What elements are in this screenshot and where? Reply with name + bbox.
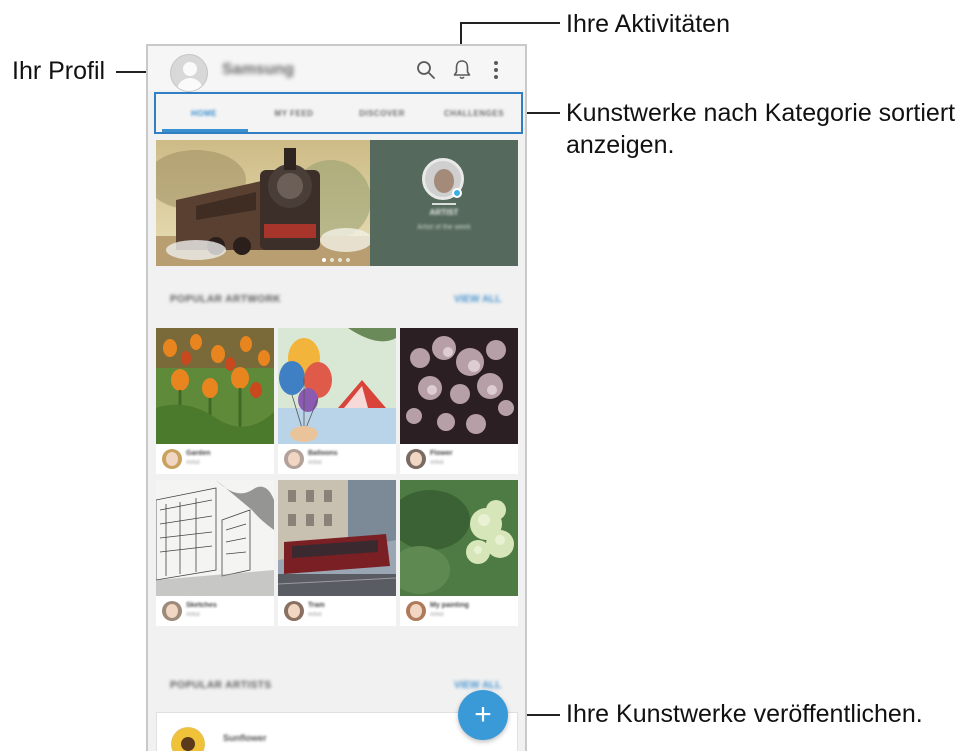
phone-screen: Samsung HOME MY FEED DISCOVER CHALLENGES [146,44,527,751]
banner-artist-name: ARTIST [429,208,459,217]
tab-home[interactable]: HOME [162,94,246,132]
face-shape [434,169,454,193]
artwork-title: Garden [186,450,211,457]
artwork-card[interactable]: Balloons Artist [278,328,396,474]
banner-artist-panel: ARTIST Artist of the week [370,140,518,266]
artwork-meta: My painting Artist [400,596,518,626]
artwork-title: Balloons [308,450,338,457]
face-shape [288,452,300,466]
popular-artists-heading: POPULAR ARTISTS [170,680,272,691]
app-title: Samsung [222,61,295,78]
category-tabs: HOME MY FEED DISCOVER CHALLENGES [154,92,523,134]
artist-avatar[interactable] [406,449,426,469]
tab-discover[interactable]: DISCOVER [340,94,424,132]
callout-categories-line2: anzeigen. [566,131,675,159]
artwork-artist: Artist [186,612,200,618]
artwork-meta: Tram Artist [278,596,396,626]
artwork-meta: Garden Artist [156,444,274,474]
artist-avatar[interactable] [284,601,304,621]
artist-avatar[interactable] [162,601,182,621]
artwork-artist: Artist [308,460,322,466]
artwork-artist: Artist [430,612,444,618]
face-shape [288,604,300,618]
avatar-body-shape [177,78,203,91]
artwork-title: Sketches [186,602,217,609]
featured-banner[interactable]: ARTIST Artist of the week [156,140,518,266]
artwork-title: Tram [308,602,325,609]
callout-categories-line1: Kunstwerke nach Kategorie sortiert [566,99,956,127]
artwork-title: Flower [430,450,453,457]
artwork-meta: Balloons Artist [278,444,396,474]
banner-divider [432,203,456,205]
app-top-bar: Samsung [148,46,525,92]
popular-artist-name: Sunflower [223,733,267,743]
popular-artwork-view-all-link[interactable]: VIEW ALL [454,294,501,305]
search-icon[interactable] [414,58,438,82]
bell-icon[interactable] [450,58,474,82]
artist-avatar[interactable] [406,601,426,621]
hydrangea-artwork-image [400,480,518,596]
tulips-artwork-image [156,328,274,444]
artwork-card[interactable]: Flower Artist [400,328,518,474]
blossoms-artwork-image [400,328,518,444]
callout-publish: Ihre Kunstwerke veröffentlichen. [566,700,923,728]
artwork-meta: Flower Artist [400,444,518,474]
add-artwork-fab[interactable]: + [458,690,508,740]
popular-artwork-heading: POPULAR ARTWORK [170,294,282,305]
tab-my-feed[interactable]: MY FEED [252,94,336,132]
artwork-artist: Artist [430,460,444,466]
artwork-title: My painting [430,602,469,609]
leader-activities-h [460,22,560,24]
popular-artists-view-all-link[interactable]: VIEW ALL [454,680,501,691]
artwork-card[interactable]: Tram Artist [278,480,396,626]
artist-avatar[interactable] [162,449,182,469]
artwork-card[interactable]: Garden Artist [156,328,274,474]
plus-icon: + [474,698,492,731]
callout-profile: Ihr Profil [12,57,106,85]
tram-artwork-image [278,480,396,596]
sunflower-artist-avatar[interactable] [171,727,205,751]
artwork-card[interactable]: My painting Artist [400,480,518,626]
callout-activities: Ihre Aktivitäten [566,10,730,38]
artwork-artist: Artist [308,612,322,618]
balloons-artwork-image [278,328,396,444]
banner-subtitle: Artist of the week [417,224,471,231]
artwork-meta: Sketches Artist [156,596,274,626]
face-shape [166,452,178,466]
more-vert-icon[interactable] [484,58,508,82]
artwork-card[interactable]: Sketches Artist [156,480,274,626]
profile-avatar[interactable] [170,54,208,92]
artwork-artist: Artist [186,460,200,466]
face-shape [410,604,422,618]
sketch-street-artwork-image [156,480,274,596]
train-artwork-image [156,140,370,266]
face-shape [410,452,422,466]
leader-categories [522,112,560,114]
face-shape [166,604,178,618]
active-tab-indicator [162,129,248,132]
avatar-head-shape [183,62,197,76]
tab-challenges[interactable]: CHALLENGES [432,94,516,132]
verified-badge-icon [452,188,462,198]
artist-avatar[interactable] [284,449,304,469]
